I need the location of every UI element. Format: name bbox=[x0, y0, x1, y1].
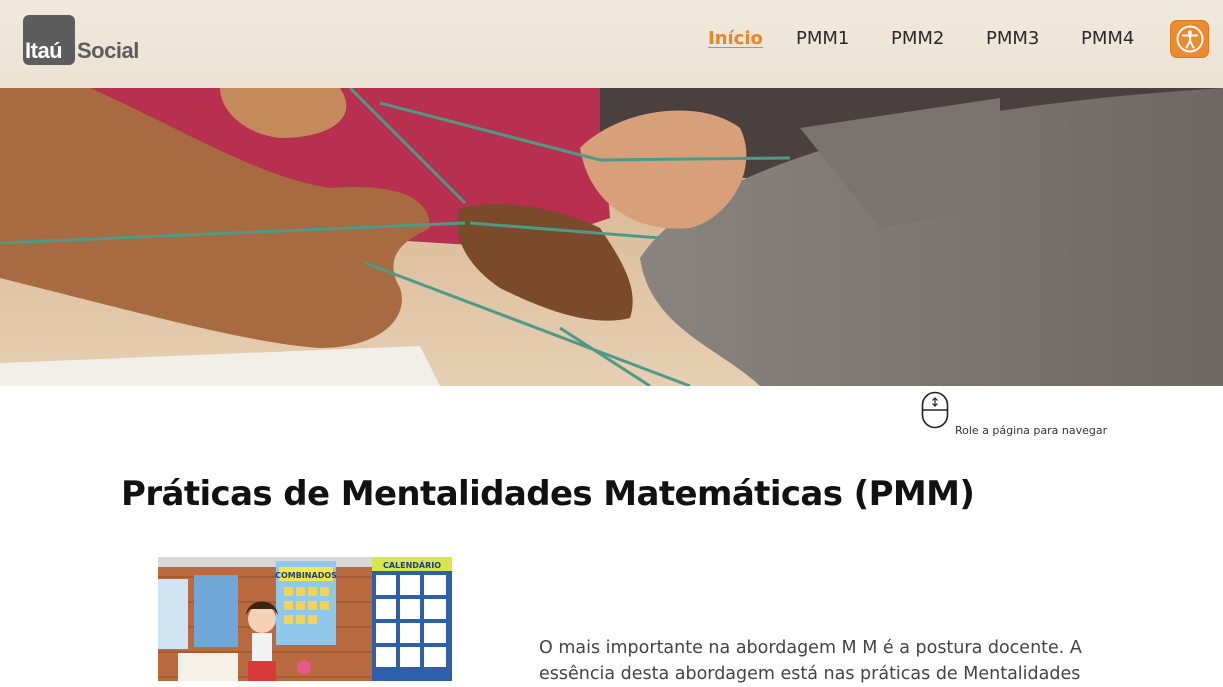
nav-link-pmm2[interactable]: PMM2 bbox=[891, 28, 944, 49]
scroll-hint: Role a página para navegar bbox=[921, 391, 1121, 441]
logo-text-social: Social bbox=[77, 38, 139, 63]
logo-box: Itaú bbox=[23, 15, 75, 65]
nav-link-pmm3[interactable]: PMM3 bbox=[986, 28, 1039, 49]
itau-social-logo[interactable]: Itaú Social bbox=[23, 15, 139, 65]
mouse-scroll-icon bbox=[921, 391, 949, 429]
page-title: Práticas de Mentalidades Matemáticas (PM… bbox=[121, 474, 975, 514]
accessibility-button[interactable] bbox=[1170, 20, 1209, 58]
scroll-hint-label: Role a página para navegar bbox=[955, 424, 1108, 437]
intro-paragraph: O mais importante na abordagem M M é a p… bbox=[539, 638, 1082, 684]
nav-link-pmm4[interactable]: PMM4 bbox=[1081, 28, 1134, 49]
accessibility-person-icon bbox=[1176, 25, 1204, 53]
nav-link-inicio[interactable]: Início bbox=[708, 28, 763, 49]
classroom-image: COMBINADOS CALENDÁRIO bbox=[158, 557, 452, 681]
logo-text-itau: Itaú bbox=[25, 38, 63, 63]
nav-link-pmm1[interactable]: PMM1 bbox=[796, 28, 849, 49]
combinados-board-label: COMBINADOS bbox=[275, 571, 337, 580]
calendario-board-label: CALENDÁRIO bbox=[383, 559, 441, 570]
site-header: Itaú Social Início PMM1 PMM2 PMM3 PMM4 bbox=[0, 0, 1223, 88]
hero-image bbox=[0, 88, 1223, 386]
